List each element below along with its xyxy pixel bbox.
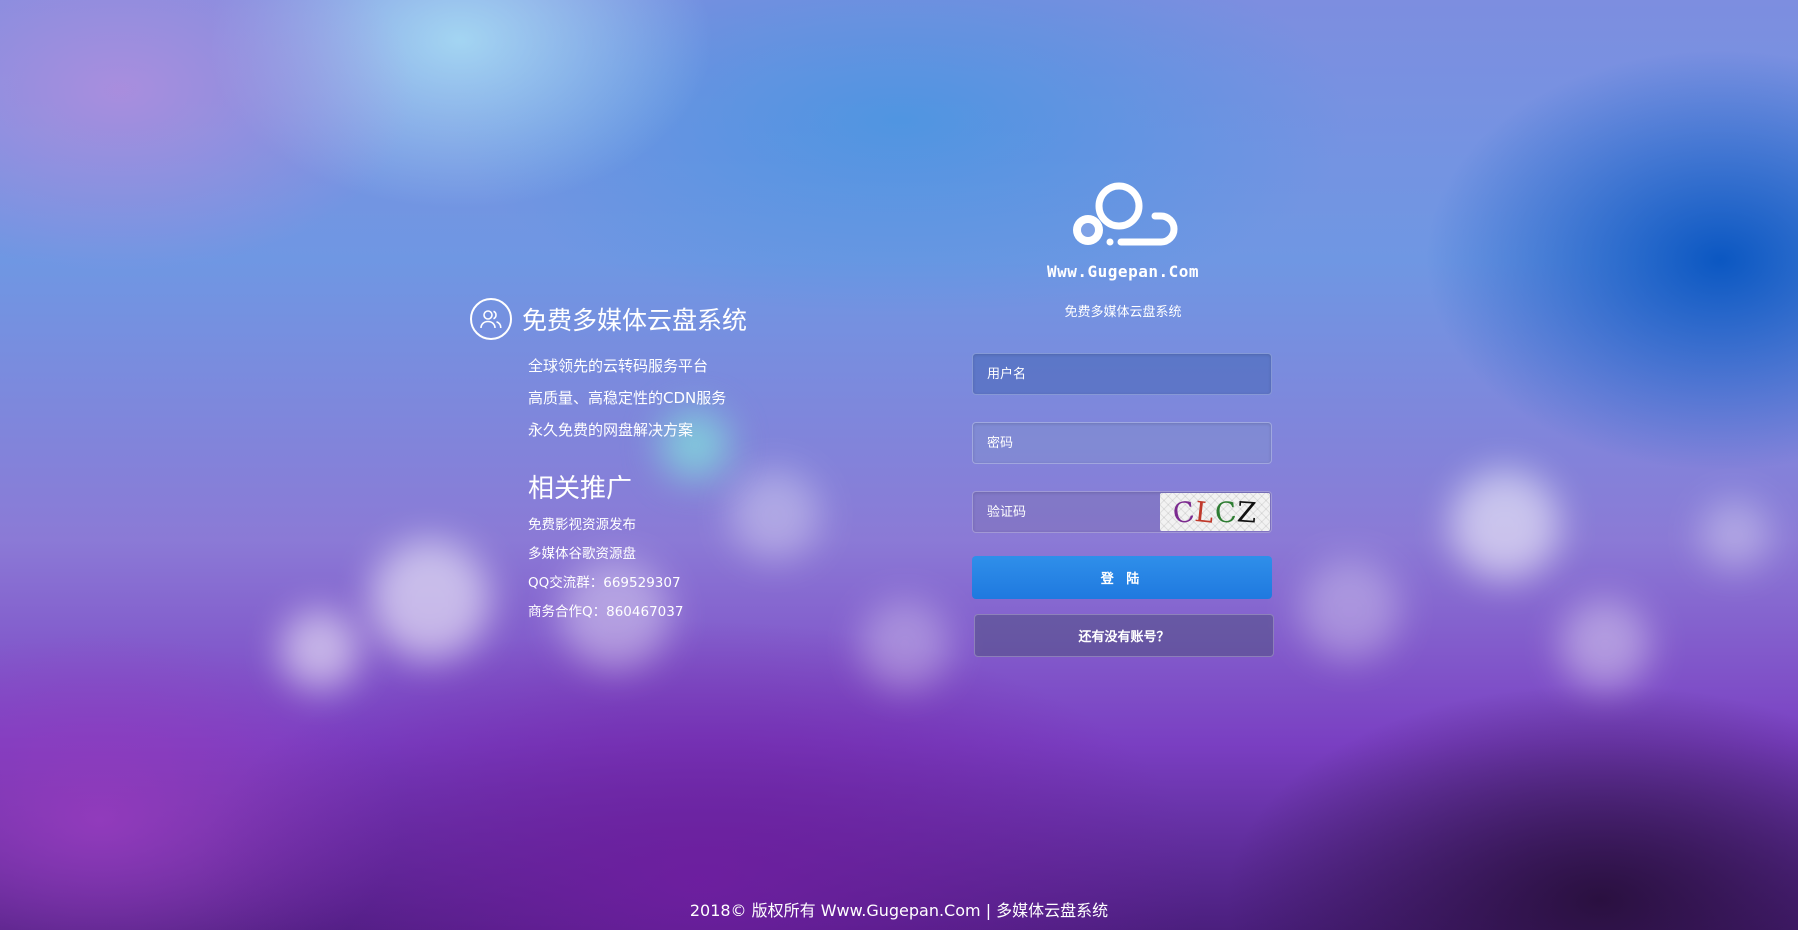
feature-list: 全球领先的云转码服务平台 高质量、高稳定性的CDN服务 永久免费的网盘解决方案 [528,350,800,446]
feature-item: 全球领先的云转码服务平台 [528,357,709,375]
captcha-image[interactable]: C L C Z [1160,493,1270,531]
recommend-item: 多媒体谷歌资源盘 [528,546,636,562]
users-icon [470,298,512,340]
cloud-logo-icon [1073,182,1178,246]
password-field [972,422,1272,464]
password-input[interactable] [973,423,1271,463]
footer-copyright: 2018© 版权所有 Www.Gugepan.Com | 多媒体云盘系统 [689,901,1109,920]
recommend-item: 免费影视资源发布 [528,517,636,533]
logo-text: Www.Gugepan.Com [1047,262,1199,281]
intro-brand-title: 免费多媒体云盘系统 [522,306,748,335]
feature-item: 高质量、高稳定性的CDN服务 [528,389,727,407]
register-button[interactable]: 还有没有账号？ [974,614,1274,657]
bokeh-light [1450,470,1560,580]
login-panel: Www.Gugepan.Com 免费多媒体云盘系统 C L C Z 登 陆 还有… [972,178,1274,657]
captcha-char: C [1213,494,1239,530]
login-subtitle: 免费多媒体云盘系统 [1064,305,1182,320]
intro-title-row: 免费多媒体云盘系统 [470,298,800,340]
recommend-list: 免费影视资源发布 多媒体谷歌资源盘 QQ交流群：669529307 商务合作Q：… [528,511,800,627]
login-page: 免费多媒体云盘系统 全球领先的云转码服务平台 高质量、高稳定性的CDN服务 永久… [0,0,1798,930]
login-button[interactable]: 登 陆 [972,556,1272,599]
bokeh-light [860,600,950,690]
bokeh-light [280,610,360,690]
intro-section: 免费多媒体云盘系统 全球领先的云转码服务平台 高质量、高稳定性的CDN服务 永久… [470,298,800,627]
username-field [972,353,1272,395]
feature-item: 永久免费的网盘解决方案 [528,421,694,439]
captcha-char: L [1193,494,1217,530]
captcha-field: C L C Z [972,491,1272,533]
captcha-char: Z [1235,494,1259,530]
recommend-item: 商务合作Q：860467037 [528,604,684,620]
bokeh-light [1560,600,1650,690]
bokeh-light [1300,560,1400,660]
username-input[interactable] [973,354,1271,394]
recommend-title: 相关推广 [528,474,633,504]
bokeh-light [1700,500,1770,570]
logo: Www.Gugepan.Com [972,178,1274,281]
recommend-item: QQ交流群：669529307 [528,575,681,591]
